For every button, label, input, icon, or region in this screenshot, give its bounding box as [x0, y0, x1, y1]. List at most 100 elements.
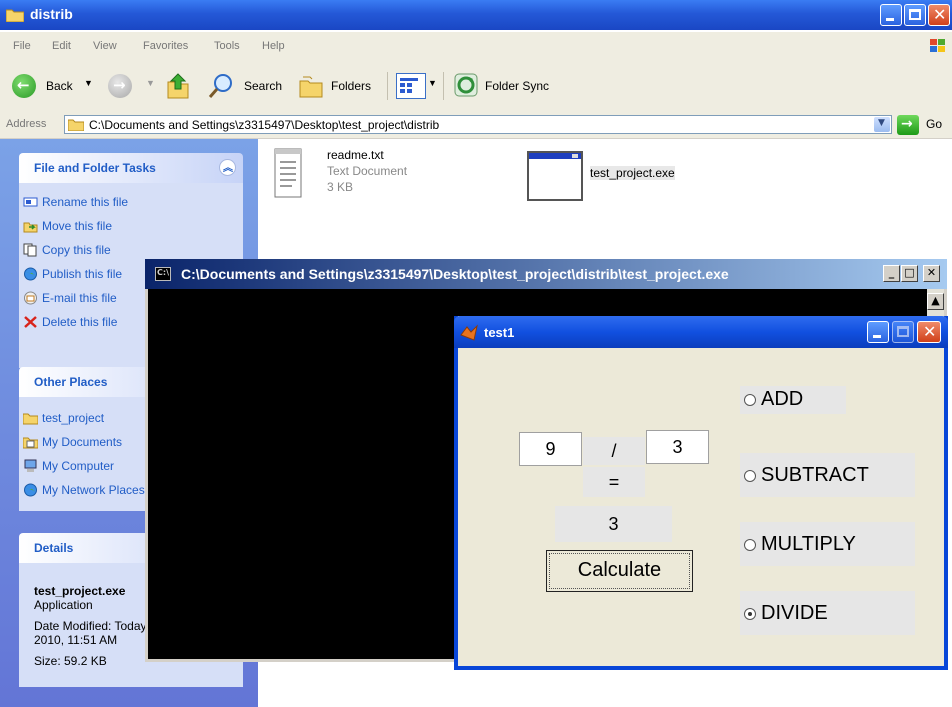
menu-file[interactable]: File [13, 40, 31, 52]
console-title-bar: C:\ C:\Documents and Settings\z3315497\D… [145, 259, 947, 289]
test1-minimize-button[interactable] [867, 321, 889, 343]
folder-icon [23, 413, 38, 425]
computer-icon [24, 459, 37, 472]
rename-icon [23, 197, 38, 207]
file-item-readme[interactable]: readme.txt Text Document 3 KB [272, 146, 452, 204]
place-my-network-places[interactable]: My Network Places [42, 483, 145, 497]
back-button[interactable]: ← Back ▼ [12, 72, 93, 100]
radio-divide[interactable]: DIVIDE [740, 591, 915, 635]
task-copy[interactable]: Copy this file [42, 243, 111, 257]
menu-edit[interactable]: Edit [52, 40, 71, 52]
address-dropdown-button[interactable]: ▼ [874, 117, 890, 132]
menu-help[interactable]: Help [262, 40, 285, 52]
go-button[interactable]: Go [926, 117, 942, 131]
task-delete[interactable]: Delete this file [42, 315, 117, 329]
file-size: 3 KB [327, 180, 354, 194]
toolbar-divider [443, 72, 444, 100]
folder-icon [68, 119, 84, 131]
application-window-icon [527, 151, 583, 201]
windows-logo-icon [930, 39, 945, 52]
search-button[interactable]: Search [244, 79, 282, 93]
console-close-button[interactable]: ✕ [923, 265, 940, 282]
equals-label: = [583, 467, 645, 497]
network-icon [24, 483, 37, 497]
text-document-icon [274, 148, 302, 198]
file-folder-tasks-header[interactable]: File and Folder Tasks ︽ [19, 153, 243, 183]
folder-icon [6, 9, 24, 22]
test1-title-bar: test1 ✕ [454, 316, 948, 348]
radio-add[interactable]: ADD [740, 386, 846, 414]
views-button[interactable] [396, 73, 426, 99]
place-my-documents[interactable]: My Documents [42, 435, 122, 449]
place-test-project[interactable]: test_project [42, 411, 104, 425]
task-publish[interactable]: Publish this file [42, 267, 122, 281]
minimize-button[interactable] [880, 4, 902, 26]
chevron-down-icon: ▼ [84, 78, 93, 88]
address-bar: Address C:\Documents and Settings\z33154… [0, 112, 952, 139]
test1-title: test1 [484, 325, 515, 340]
move-icon [23, 222, 38, 233]
console-title: C:\Documents and Settings\z3315497\Deskt… [181, 266, 729, 282]
radio-subtract[interactable]: SUBTRACT [740, 453, 915, 497]
menu-view[interactable]: View [93, 40, 117, 52]
place-my-computer[interactable]: My Computer [42, 459, 114, 473]
globe-icon [24, 267, 37, 281]
close-button[interactable]: ✕ [928, 4, 950, 26]
calculate-button[interactable]: Calculate [546, 550, 693, 592]
details-file-name: test_project.exe [34, 584, 126, 598]
forward-button[interactable]: → [108, 74, 132, 98]
collapse-chevron-icon[interactable]: ︽ [219, 159, 236, 176]
delete-icon [24, 316, 37, 328]
calculate-label: Calculate [577, 559, 662, 581]
radio-divide-label: DIVIDE [761, 602, 828, 624]
test1-close-button[interactable]: ✕ [917, 321, 941, 343]
task-move[interactable]: Move this file [42, 219, 112, 233]
panel-title: Other Places [34, 375, 108, 389]
menu-bar: File Edit View Favorites Tools Help [0, 32, 952, 61]
operator-label: / [583, 437, 645, 465]
radio-indicator [744, 394, 756, 406]
up-folder-button[interactable] [165, 72, 191, 100]
menu-favorites[interactable]: Favorites [143, 40, 188, 52]
address-input[interactable]: C:\Documents and Settings\z3315497\Deskt… [64, 115, 892, 134]
console-maximize-button[interactable]: □ [901, 265, 918, 282]
result-label: 3 [555, 506, 672, 542]
test1-maximize-button[interactable] [892, 321, 914, 343]
file-item-test-project-exe[interactable]: test_project.exe [526, 150, 696, 202]
file-name: readme.txt [327, 148, 384, 162]
radio-indicator-selected [744, 608, 756, 620]
folder-sync-button[interactable]: Folder Sync [485, 79, 549, 93]
toolbar-divider [387, 72, 388, 100]
chevron-down-icon: ▼ [146, 78, 155, 88]
address-label: Address [6, 118, 47, 130]
folders-icon [299, 76, 323, 98]
go-arrow-icon[interactable]: → [897, 115, 919, 135]
menu-tools[interactable]: Tools [214, 40, 240, 52]
toolbar: ← Back ▼ → ▼ Search Folders ▼ Folder Syn… [0, 60, 952, 113]
explorer-title-bar: distrib ✕ [0, 0, 952, 30]
search-icon [208, 74, 232, 98]
task-email[interactable]: E-mail this file [42, 291, 117, 305]
panel-title: File and Folder Tasks [34, 161, 156, 175]
radio-multiply[interactable]: MULTIPLY [740, 522, 915, 566]
scroll-up-arrow-icon[interactable]: ▲ [927, 293, 944, 310]
panel-title: Details [34, 541, 74, 555]
email-icon [24, 291, 37, 305]
details-size: Size: 59.2 KB [34, 654, 107, 668]
radio-indicator [744, 539, 756, 551]
chevron-down-icon: ▼ [428, 78, 437, 88]
back-label: Back [46, 79, 73, 93]
operand1-input[interactable]: 9 [519, 432, 582, 466]
file-type: Text Document [327, 164, 408, 178]
file-name: test_project.exe [590, 166, 675, 180]
task-rename[interactable]: Rename this file [42, 195, 128, 209]
operand2-input[interactable]: 3 [646, 430, 709, 464]
radio-indicator [744, 470, 756, 482]
radio-subtract-label: SUBTRACT [761, 464, 869, 486]
details-file-type: Application [34, 598, 93, 612]
folders-button[interactable]: Folders [331, 79, 371, 93]
maximize-button[interactable] [904, 4, 926, 26]
radio-multiply-label: MULTIPLY [761, 533, 856, 555]
console-minimize-button[interactable]: _ [883, 265, 900, 282]
folder-sync-icon [454, 73, 478, 97]
